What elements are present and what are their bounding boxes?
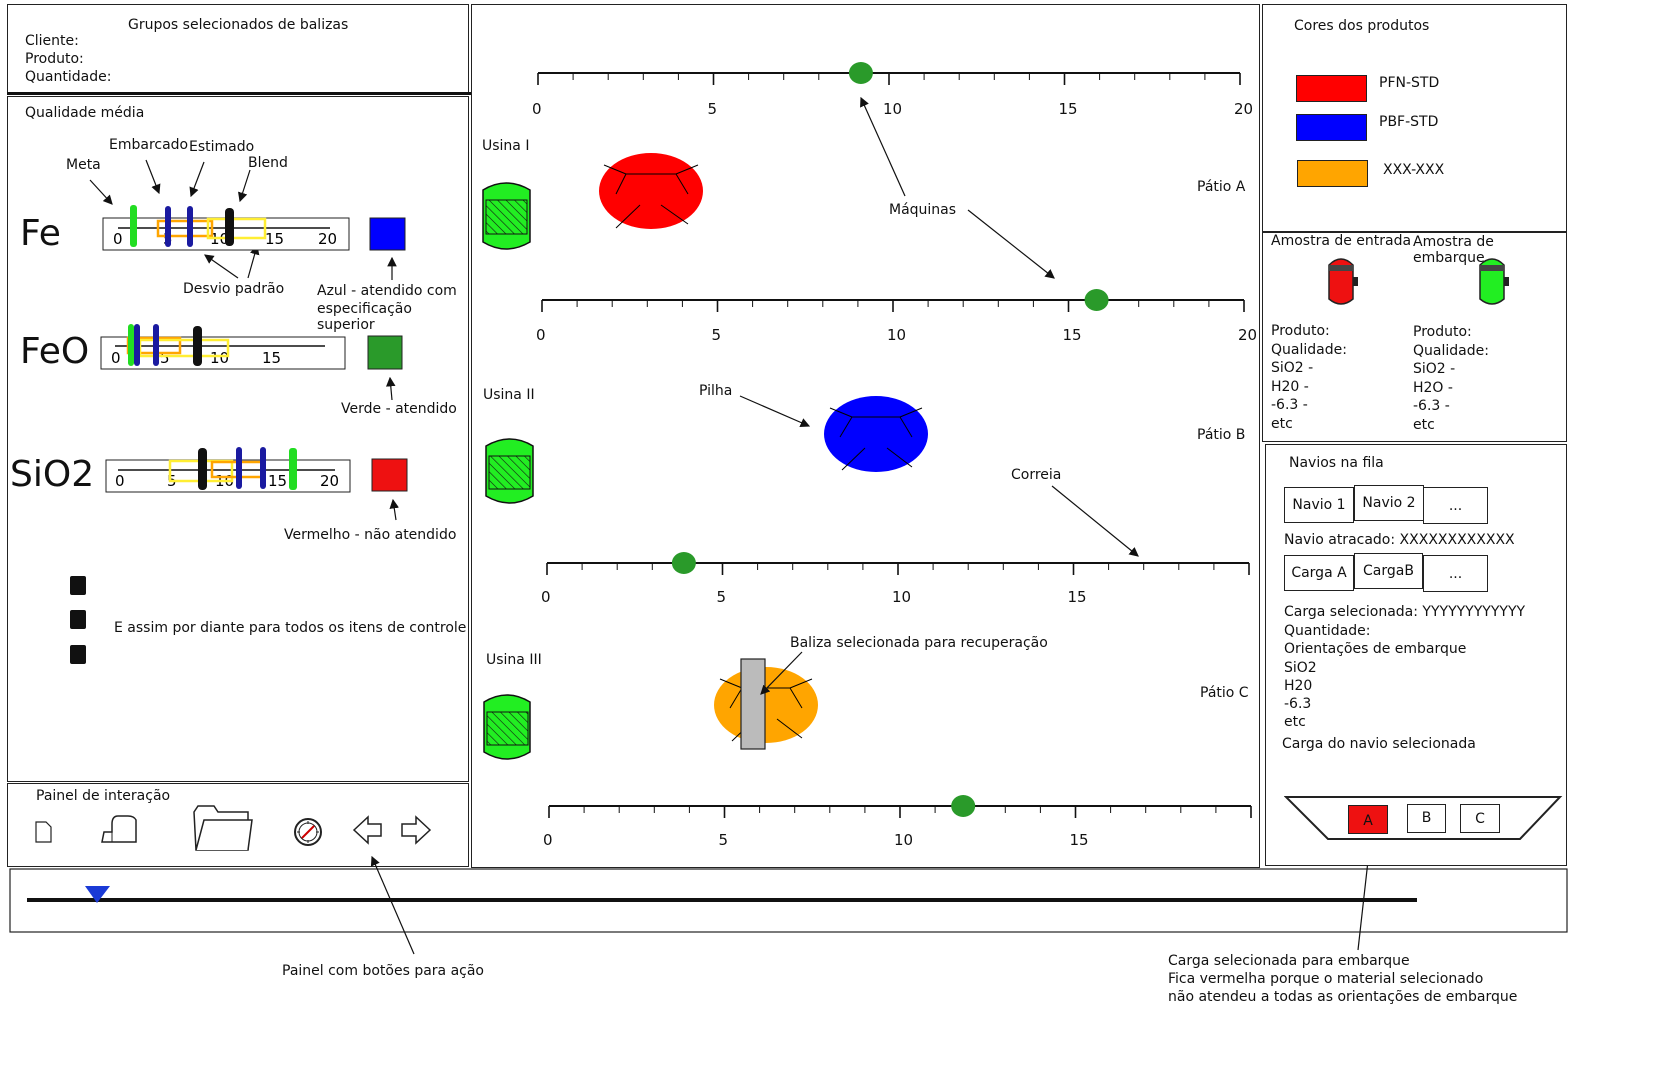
pile-orange — [714, 667, 818, 743]
product-label-pfn: PFN-STD — [1379, 75, 1440, 91]
docked-ship: Navio atracado: XXXXXXXXXXXX — [1284, 532, 1515, 548]
ship-sample-info: Produto: Qualidade: SiO2 - H2O - -6.3 - … — [1413, 323, 1489, 434]
footnote-panel-buttons: Painel com botões para ação — [282, 963, 484, 979]
ruler-tick-label: 5 — [711, 326, 722, 344]
ruler-tick-label: 10 — [892, 588, 912, 606]
ships-panel: Navios na fila Navio 1 Navio 2 ... Navio… — [1265, 444, 1567, 866]
footnote-cargo-1: Carga selecionada para embarque — [1168, 953, 1410, 969]
products-panel: Cores dos produtos PFN-STD PBF-STD XXX-X… — [1262, 4, 1567, 232]
product-swatch-pfn — [1296, 75, 1367, 102]
product-swatch-pbf — [1296, 114, 1367, 141]
ship-line: Produto: — [1413, 324, 1472, 340]
cargo-info-line: H20 — [1284, 677, 1313, 694]
ship-sample-icon — [1479, 258, 1509, 305]
ruler-tick-label: 10 — [887, 326, 907, 344]
tab-carga-b[interactable]: CargaB — [1354, 553, 1423, 589]
ship-line: etc — [1413, 416, 1435, 433]
ruler-tick-label: 10 — [894, 831, 914, 849]
ruler-tick-label: 5 — [707, 100, 718, 118]
cargo-info-line: SiO2 — [1284, 659, 1317, 676]
cargo-info-line: -6.3 — [1284, 696, 1312, 713]
cargo-info-line: etc — [1284, 714, 1306, 731]
hold-a[interactable]: A — [1348, 805, 1388, 834]
footnote-cargo-3: não atendeu a todas as orientações de em… — [1168, 989, 1518, 1005]
ruler-tick-label: 0 — [536, 326, 546, 344]
ruler-tick-label: 20 — [1234, 100, 1254, 118]
entry-line: H20 - — [1271, 378, 1309, 395]
pile-blue — [824, 396, 928, 472]
product-label-pbf: PBF-STD — [1379, 114, 1439, 130]
ruler-tick-label: 0 — [541, 588, 551, 606]
entry-sample-title: Amostra de entrada — [1271, 233, 1412, 249]
ruler-tick-label: 20 — [1238, 326, 1258, 344]
pile-red — [599, 153, 703, 229]
machine-marker[interactable] — [848, 62, 873, 84]
selected-ship-cargo: Carga do navio selecionada — [1282, 736, 1476, 752]
entry-line: SiO2 - — [1271, 360, 1314, 376]
entry-sample-info: Produto: Qualidade: SiO2 - H20 - -6.3 - … — [1271, 322, 1347, 433]
cargo-info-line: Quantidade: — [1284, 623, 1371, 639]
product-label-xxx: XXX-XXX — [1383, 162, 1445, 178]
entry-sample-icon — [1328, 258, 1358, 305]
hold-b[interactable]: B — [1407, 804, 1446, 833]
selected-baliza — [740, 658, 766, 750]
footnote-cargo-2: Fica vermelha porque o material selecion… — [1168, 971, 1484, 987]
usina-3-silo — [483, 694, 531, 760]
ship-line: -6.3 - — [1413, 398, 1450, 414]
ruler-tick-label: 0 — [543, 831, 553, 849]
machine-marker[interactable] — [951, 795, 976, 817]
tab-carga-a[interactable]: Carga A — [1284, 555, 1354, 591]
machine-marker[interactable] — [1084, 289, 1109, 311]
ship-line: SiO2 - — [1413, 361, 1456, 377]
tab-navio-more[interactable]: ... — [1423, 487, 1488, 524]
machine-marker[interactable] — [671, 552, 696, 574]
ruler-tick-label: 15 — [1067, 588, 1087, 606]
entry-line: etc — [1271, 415, 1293, 432]
tab-navio-2[interactable]: Navio 2 — [1354, 485, 1424, 521]
ruler-tick-label: 15 — [1069, 831, 1089, 849]
ships-title: Navios na fila — [1289, 455, 1384, 471]
hold-c[interactable]: C — [1460, 804, 1500, 833]
ruler-tick-label: 5 — [716, 588, 727, 606]
ruler-tick-label: 10 — [883, 100, 903, 118]
entry-line: Produto: — [1271, 323, 1330, 339]
products-title: Cores dos produtos — [1294, 18, 1430, 34]
ship-line: Qualidade: — [1413, 342, 1489, 359]
entry-line: Qualidade: — [1271, 341, 1347, 358]
entry-line: -6.3 - — [1271, 397, 1308, 413]
product-swatch-xxx — [1297, 160, 1368, 187]
usina-2-silo — [485, 438, 534, 504]
ruler-tick-label: 15 — [1058, 100, 1078, 118]
ruler-tick-label: 5 — [718, 831, 729, 849]
tab-navio-1[interactable]: Navio 1 — [1284, 487, 1354, 523]
samples-panel: Amostra de entrada Amostra de embarque P… — [1262, 232, 1567, 442]
cargo-info: Quantidade: Orientações de embarque SiO2… — [1284, 622, 1466, 732]
usina-1-silo — [482, 182, 531, 250]
ruler-tick-label: 0 — [532, 100, 542, 118]
tab-carga-more[interactable]: ... — [1423, 555, 1488, 592]
cargo-info-line: Orientações de embarque — [1284, 641, 1467, 658]
ruler-tick-label: 15 — [1062, 326, 1082, 344]
ship-line: H2O - — [1413, 379, 1453, 396]
selected-cargo: Carga selecionada: YYYYYYYYYYYY — [1284, 604, 1526, 620]
